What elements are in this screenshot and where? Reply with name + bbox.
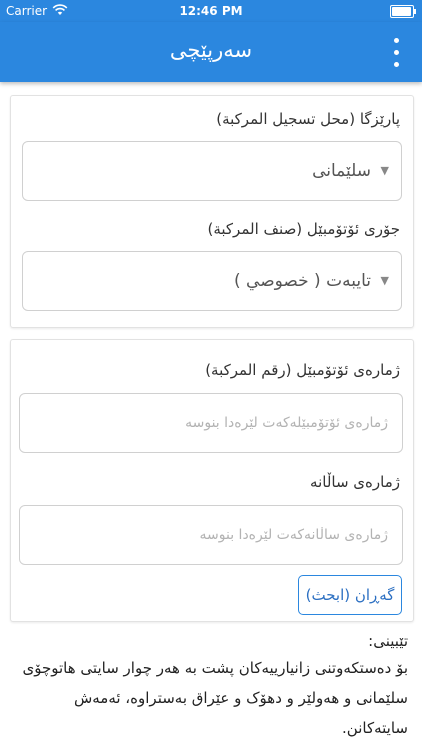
vehicle-type-selected-value: تایبەت ( خصوصي ) (233, 271, 371, 291)
more-vertical-icon (394, 62, 399, 67)
note-body: بۆ دەستکەوتنی زانیارییەکان پشت بە هەر چو… (22, 659, 408, 737)
more-vertical-icon (394, 38, 399, 43)
plate-number-label: ژمارەی ئۆتۆمبێل (رقم المركبة) (205, 361, 400, 379)
province-select[interactable]: سلێمانی ▼ (22, 141, 402, 201)
more-vertical-icon (394, 50, 399, 55)
dropdown-arrow-icon: ▼ (380, 164, 389, 177)
search-button[interactable]: گەڕان (ابحث) (298, 575, 402, 615)
vehicle-type-label: جۆری ئۆتۆمبێل (صنف المركبة) (207, 220, 401, 238)
note-section: تێبینی: بۆ دەستکەوتنی زانیارییەکان پشت ب… (8, 632, 408, 743)
app-bar: سەرپێچی (0, 22, 422, 82)
page-title: سەرپێچی (169, 38, 253, 62)
more-menu-button[interactable] (386, 38, 406, 68)
vehicle-info-card: پارێزگا (محل تسجيل المركبة) سلێمانی ▼ جۆ… (10, 95, 414, 328)
year-number-input[interactable] (19, 505, 403, 565)
plate-number-input[interactable] (19, 393, 403, 453)
status-bar: Carrier 12:46 PM (0, 0, 422, 22)
battery-level-fill (392, 7, 411, 16)
dropdown-arrow-icon: ▼ (380, 274, 389, 287)
note-title: تێبینی: (368, 632, 408, 650)
battery-icon (390, 5, 416, 18)
province-label: پارێزگا (محل تسجيل المركبة) (216, 110, 400, 128)
status-time: 12:46 PM (179, 4, 243, 18)
vehicle-type-select[interactable]: تایبەت ( خصوصي ) ▼ (22, 251, 402, 311)
year-number-label: ژمارەی ساڵانە (310, 473, 400, 491)
search-card: ژمارەی ئۆتۆمبێل (رقم المركبة) ژمارەی ساڵ… (10, 339, 414, 622)
province-selected-value: سلێمانی (312, 161, 371, 181)
